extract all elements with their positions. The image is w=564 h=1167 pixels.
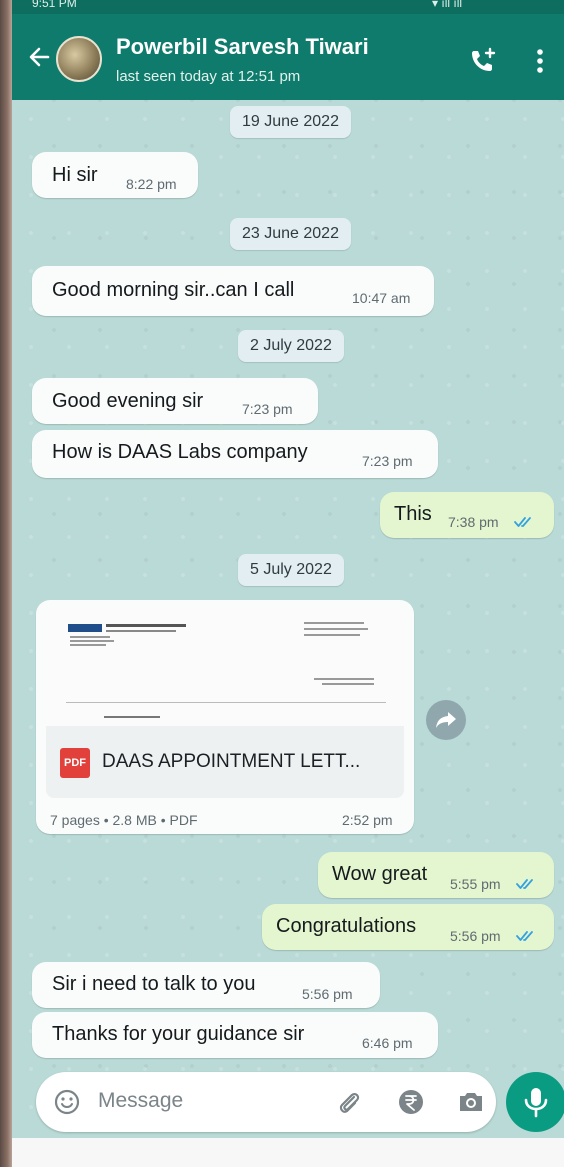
document-meta: 7 pages • 2.8 MB • PDF [50, 812, 198, 828]
status-bar: 9:51 PM ▾ ıll ıll [12, 0, 564, 14]
rupee-icon[interactable] [396, 1087, 426, 1117]
message-time: 7:23 pm [362, 453, 413, 469]
read-tick-icon [516, 931, 533, 941]
chat-screen: 9:51 PM ▾ ıll ıll Powerbil Sarvesh Tiwar… [0, 0, 564, 1167]
outgoing-message[interactable]: Congratulations 5:56 pm [262, 904, 554, 950]
chat-area[interactable]: 19 June 2022 Hi sir 8:22 pm 23 June 2022… [12, 100, 564, 1138]
back-arrow-icon[interactable] [26, 44, 52, 70]
message-text: Good evening sir [52, 390, 204, 412]
add-call-icon[interactable] [468, 46, 498, 76]
incoming-message[interactable]: Thanks for your guidance sir 6:46 pm [32, 1012, 438, 1058]
message-time: 7:38 pm [448, 514, 499, 530]
last-seen: last seen today at 12:51 pm [116, 68, 301, 85]
message-input[interactable]: Message [98, 1089, 183, 1113]
date-chip: 2 July 2022 [238, 330, 344, 362]
date-chip: 5 July 2022 [238, 554, 344, 586]
message-time: 8:22 pm [126, 176, 177, 192]
emoji-icon[interactable] [52, 1087, 82, 1117]
incoming-message[interactable]: Sir i need to talk to you 5:56 pm [32, 962, 380, 1008]
message-text: Sir i need to talk to you [52, 973, 256, 995]
document-thumbnail [66, 622, 386, 718]
incoming-message[interactable]: Hi sir 8:22 pm [32, 152, 198, 198]
incoming-message[interactable]: How is DAAS Labs company 7:23 pm [32, 430, 438, 478]
document-message[interactable]: PDF DAAS APPOINTMENT LETT... 7 pages • 2… [36, 600, 414, 834]
read-tick-icon [514, 517, 531, 527]
mic-button[interactable] [506, 1072, 564, 1132]
outgoing-message[interactable]: This 7:38 pm [380, 492, 554, 538]
document-name: DAAS APPOINTMENT LETT... [102, 751, 361, 772]
message-time: 10:47 am [352, 290, 411, 306]
document-bar[interactable]: PDF DAAS APPOINTMENT LETT... [46, 726, 404, 798]
avatar[interactable] [56, 36, 102, 82]
message-text: Congratulations [276, 915, 417, 937]
chat-header: Powerbil Sarvesh Tiwari last seen today … [12, 14, 564, 100]
message-time: 5:56 pm [450, 928, 501, 944]
date-chip: 19 June 2022 [230, 106, 351, 138]
forward-icon [436, 712, 456, 728]
message-text: How is DAAS Labs company [52, 441, 308, 463]
read-tick-icon [516, 879, 533, 889]
message-text: Thanks for your guidance sir [52, 1023, 305, 1045]
camera-icon[interactable] [456, 1087, 486, 1117]
message-text: Good morning sir..can I call [52, 279, 295, 301]
message-text: Hi sir [52, 164, 98, 186]
message-time: 6:46 pm [362, 1035, 413, 1051]
pdf-icon: PDF [60, 748, 90, 778]
status-time: 9:51 PM [32, 0, 77, 10]
message-time: 5:55 pm [450, 876, 501, 892]
status-signal: ▾ ıll ıll [432, 0, 463, 10]
message-text: Wow great [332, 863, 428, 885]
date-chip: 23 June 2022 [230, 218, 351, 250]
photo-edge [0, 0, 12, 1167]
attach-icon[interactable] [334, 1087, 364, 1117]
message-time: 2:52 pm [342, 812, 393, 828]
system-nav-bar [12, 1138, 564, 1167]
message-time: 7:23 pm [242, 401, 293, 417]
message-text: This [394, 503, 432, 525]
message-time: 5:56 pm [302, 986, 353, 1002]
mic-icon [524, 1088, 548, 1118]
message-composer[interactable]: Message [36, 1072, 496, 1132]
incoming-message[interactable]: Good evening sir 7:23 pm [32, 378, 318, 424]
contact-name[interactable]: Powerbil Sarvesh Tiwari [116, 34, 369, 60]
outgoing-message[interactable]: Wow great 5:55 pm [318, 852, 554, 898]
more-vert-icon[interactable] [534, 46, 546, 76]
incoming-message[interactable]: Good morning sir..can I call 10:47 am [32, 266, 434, 316]
forward-button[interactable] [426, 700, 466, 740]
document-preview [46, 608, 404, 726]
